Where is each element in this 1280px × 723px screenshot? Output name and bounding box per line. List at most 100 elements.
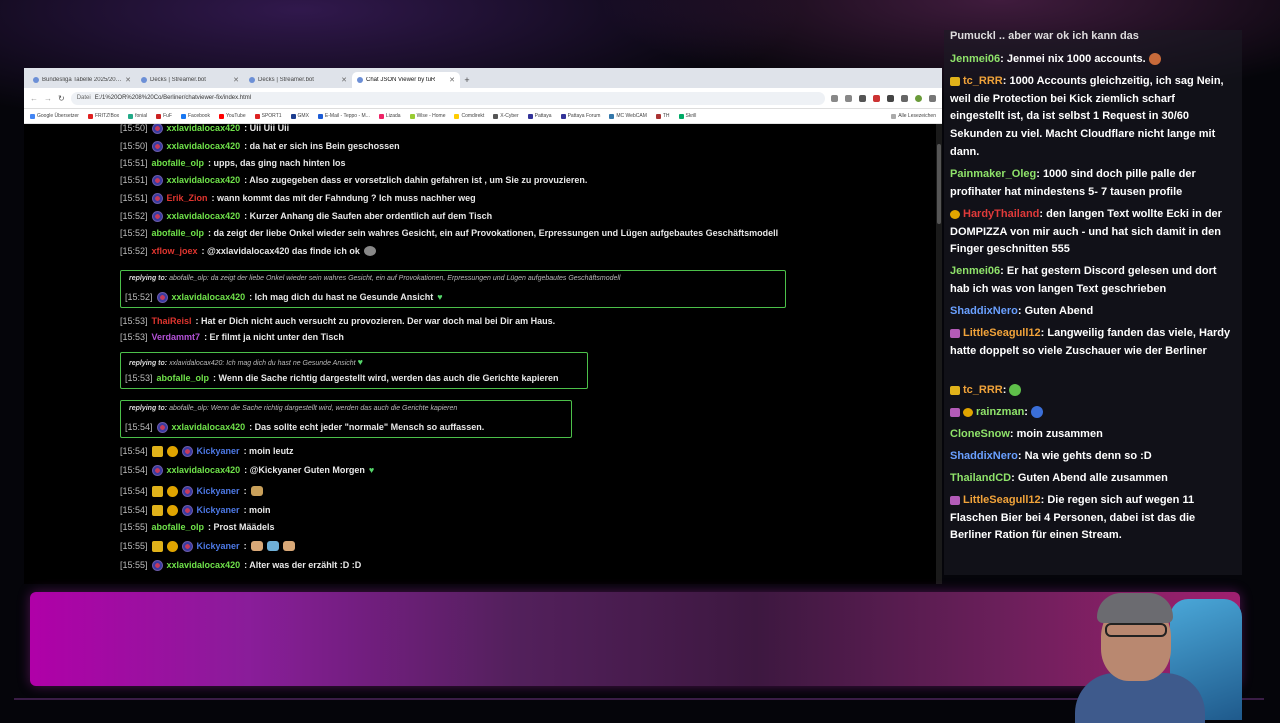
menu-icon[interactable] [929,94,936,102]
subscriber-badge-icon [151,140,163,152]
chat-message: [15:52] xflow_joex: @xxlavidalocax420 das… [120,243,376,259]
reply-block: replying to: abofalle_olp: Wenn die Sach… [120,400,572,438]
crown-badge-icon [950,385,960,395]
chat-message: [15:55] abofalle_olp: Prost Määdels [120,522,275,532]
tab-label: Chat JSON Viewer by tuR [366,77,436,83]
bookmark-item[interactable]: X-Cyber [493,113,519,119]
chat-message: [15:54] Kickyaner: moin [120,504,271,516]
emote-icon [282,541,295,551]
bookmark-item[interactable]: GMX [290,113,309,119]
bookmark-item[interactable]: Comdirekt [454,113,484,119]
overlay-message: LittleSeagull12: Langweilig fanden das v… [950,327,1231,357]
heart-emote-icon: ♥ [368,465,375,475]
tab-label: Bundesliga Tabelle 2025/2026 [42,77,123,83]
subscriber-badge-icon [151,192,163,204]
bookmark-item[interactable]: fonial [128,113,147,119]
overlay-message: Pumuckl .. aber war ok ich kann das [950,30,1139,42]
tab-label: Decks | Streamer.bot [258,77,314,83]
close-icon[interactable]: ✕ [233,76,239,84]
browser-window: Bundesliga Tabelle 2025/2026 ✕ Decks | St… [24,68,942,584]
bookmark-item[interactable]: MC WebCAM [609,113,647,119]
streamer-hair [1097,593,1173,623]
bookmark-item[interactable]: Pattaya Forum [560,113,600,119]
reply-quote: replying to: xxlavidalocax420: Ich mag d… [129,357,363,367]
chat-message: [15:51] abofalle_olp: upps, das ging nach… [120,158,346,168]
overlay-message: ShaddixNero: Na wie gehts denn so :D [950,450,1152,462]
overlay-message: ThailandCD: Guten Abend alle zusammen [950,472,1168,484]
scrollbar[interactable] [936,124,942,584]
heart-emote-icon: ♥ [437,292,443,302]
coin-badge-icon [166,445,178,457]
subscriber-badge-icon [151,174,163,186]
subscriber-badge-icon [950,328,960,338]
bookmark-item[interactable]: Google Übersetzer [30,113,79,119]
bookmark-item[interactable]: Wise - Home [409,113,445,119]
new-tab-button[interactable]: + [460,72,474,88]
forward-icon[interactable]: → [44,94,52,103]
emote-icon [1009,384,1022,397]
emote-icon [1031,406,1044,419]
profile-avatar[interactable] [915,94,922,102]
zoom-icon[interactable] [831,94,838,102]
tab-decks-1[interactable]: Decks | Streamer.bot ✕ [136,72,244,88]
star-icon[interactable] [845,94,852,102]
extension-icon[interactable] [901,94,908,102]
bookmark-item[interactable]: Pattaya [527,113,552,119]
bookmark-item[interactable]: FRITZ!Box [87,113,119,119]
chat-message: [15:54] xxlavidalocax420: @Kickyaner Gute… [120,464,375,476]
tab-favicon-icon [141,77,147,83]
coin-badge-icon [950,209,960,219]
extension-icon[interactable] [887,94,894,102]
extension-icon[interactable] [873,94,880,102]
reply-block: replying to: abofalle_olp: da zeigt der … [120,270,786,308]
emote-icon [1148,53,1161,66]
bookmark-item[interactable]: Facebook [180,113,210,119]
url-field[interactable]: Datei E:/1%20OR%208%20Co/Berliner/chatvi… [70,91,825,105]
subscriber-badge-icon [156,421,168,433]
bookmark-item[interactable]: TH [655,113,670,119]
subscriber-badge-icon [950,495,960,505]
bookmark-item[interactable]: Skrill [678,113,696,119]
extension-icon[interactable] [859,94,866,102]
chat-message: [15:51] Erik_Zion: wann kommt das mit der… [120,192,476,204]
bookmark-item[interactable]: SPORT1 [254,113,282,119]
bookmark-item[interactable]: YouTube [218,113,246,119]
chat-message: [15:53] abofalle_olp: Wenn die Sache rich… [125,373,559,383]
url-scheme-label: Datei [76,95,91,101]
chat-message: [15:50] xxlavidalocax420: Uii Uii Uii [120,124,290,134]
close-icon[interactable]: ✕ [125,76,131,84]
chat-message: [15:52] xxlavidalocax420: Kurzer Anhang d… [120,210,493,222]
tab-favicon-icon [249,77,255,83]
tab-decks-2[interactable]: Decks | Streamer.bot ✕ [244,72,352,88]
overlay-message: Jenmei06: Er hat gestern Discord gelesen… [950,265,1217,295]
tab-chat-viewer[interactable]: Chat JSON Viewer by tuR ✕ [352,72,460,88]
close-icon[interactable]: ✕ [449,76,455,84]
crown-badge-icon [151,504,163,516]
subscriber-badge-icon [151,210,163,222]
emote-icon [363,246,376,256]
bookmark-item[interactable]: FuF [156,113,172,119]
chat-viewer-page: [15:50] xxlavidalocax420: Uii Uii Uii [15… [24,124,942,584]
tab-bundesliga[interactable]: Bundesliga Tabelle 2025/2026 ✕ [28,72,136,88]
bookmark-item[interactable]: Lizada [378,113,401,119]
chat-message: [15:54] Kickyaner: moin leutz [120,445,294,457]
subscriber-badge-icon [181,485,193,497]
coin-badge-icon [166,504,178,516]
bookmark-item[interactable]: E-Mail - Teppo - M... [317,113,370,119]
reload-icon[interactable]: ↻ [58,94,65,103]
overlay-message: Jenmei06: Jenmei nix 1000 accounts. [950,51,1232,69]
emote-icon [266,541,279,551]
tab-label: Decks | Streamer.bot [150,77,206,83]
bookmarks-bar: Google Übersetzer FRITZ!Box fonial FuF F… [24,109,942,124]
overlay-message: Painmaker_Oleg: 1000 sind doch pille pal… [950,168,1196,198]
back-icon[interactable]: ← [30,94,38,103]
bookmark-all[interactable]: Alle Lesezeichen [891,113,936,119]
close-icon[interactable]: ✕ [341,76,347,84]
reply-block: replying to: xxlavidalocax420: Ich mag d… [120,352,588,389]
subscriber-badge-icon [181,445,193,457]
overlay-message: tc_RRR: 1000 Accounts gleichzeitig, ich … [950,75,1224,158]
extension-icons [831,94,936,102]
scrollbar-thumb[interactable] [937,144,941,224]
subscriber-badge-icon [151,464,163,476]
subscriber-badge-icon [950,407,960,417]
